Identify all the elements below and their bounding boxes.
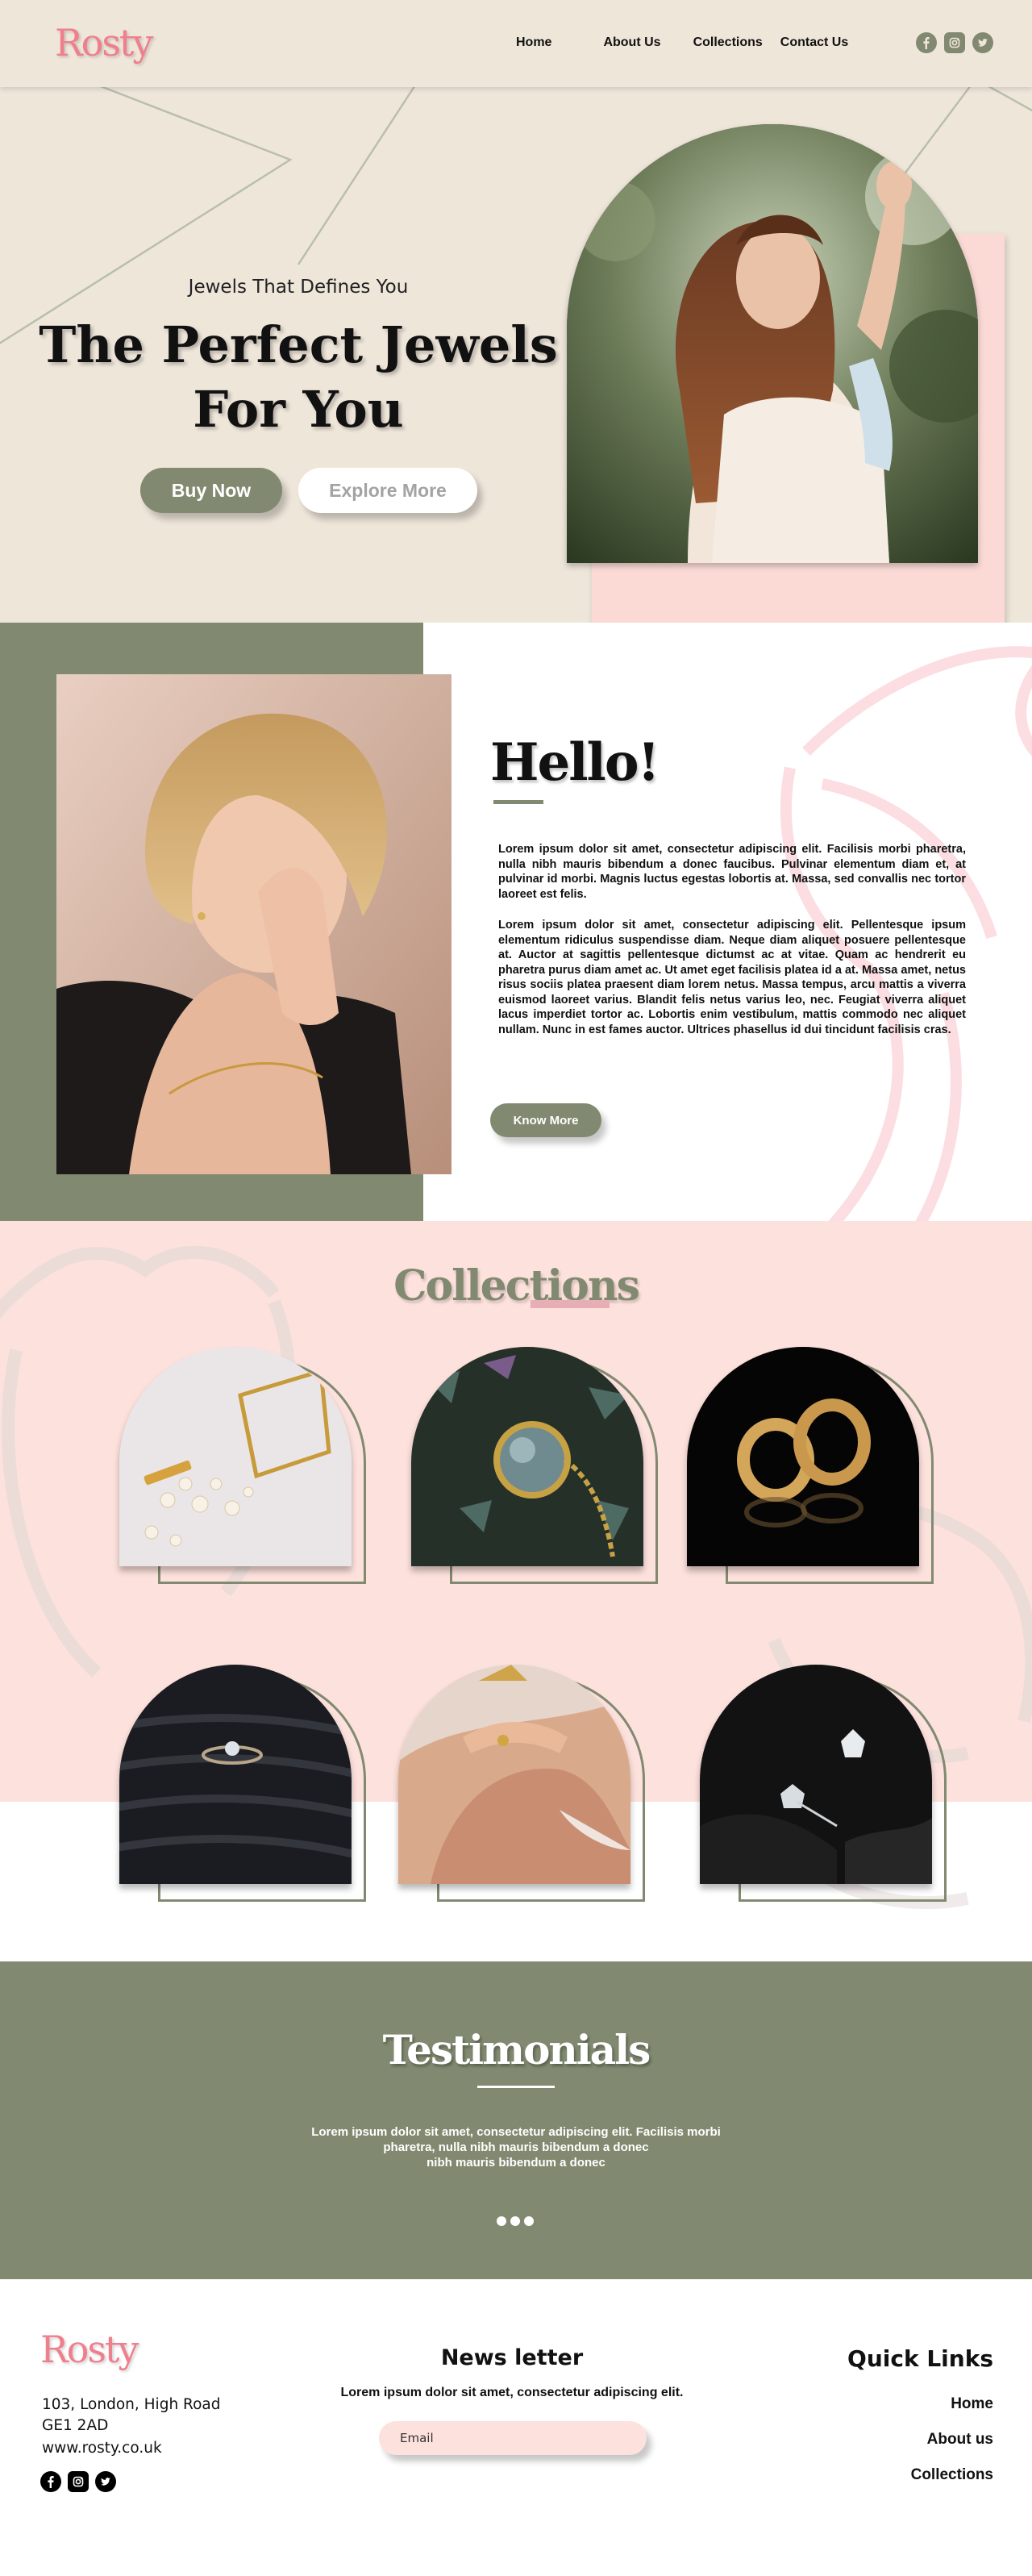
collection-image-moonstone-pendant[interactable] xyxy=(411,1347,643,1566)
newsletter-subtitle: Lorem ipsum dolor sit amet, consectetur … xyxy=(340,2386,684,2399)
collection-image-diamond-studs[interactable] xyxy=(700,1665,932,1884)
twitter-icon[interactable] xyxy=(95,2471,116,2492)
collection-card[interactable] xyxy=(700,1665,948,1903)
collection-card[interactable] xyxy=(398,1665,647,1903)
collection-image-jewelry-box[interactable] xyxy=(119,1347,352,1566)
hero-tagline: Jewels That Defines You xyxy=(188,277,409,298)
carousel-dot[interactable] xyxy=(497,2216,506,2226)
collections-section: Collections xyxy=(0,1221,1032,1961)
twitter-icon[interactable] xyxy=(972,32,993,53)
nav-social-links xyxy=(916,32,993,53)
nav-link-contact-us[interactable]: Contact Us xyxy=(780,35,848,50)
nav-link-about-us[interactable]: About Us xyxy=(603,35,660,50)
hero-title-line1: The Perfect Jewels xyxy=(39,315,558,374)
hero-title: The Perfect Jewels For You xyxy=(0,313,597,442)
instagram-icon[interactable] xyxy=(68,2471,89,2492)
facebook-icon[interactable] xyxy=(40,2471,61,2492)
collection-card[interactable] xyxy=(687,1347,935,1586)
nav-link-home[interactable]: Home xyxy=(516,35,551,50)
collection-card[interactable] xyxy=(119,1347,368,1586)
collection-image-diamond-ring[interactable] xyxy=(119,1665,352,1884)
know-more-button[interactable]: Know More xyxy=(490,1103,601,1137)
footer: Rosty 103, London, High Road GE1 2AD www… xyxy=(0,2279,1032,2576)
collection-image-rings-on-hand[interactable] xyxy=(398,1665,630,1884)
about-title-underline xyxy=(493,800,543,804)
website-link[interactable]: www.rosty.co.uk xyxy=(42,2439,276,2458)
instagram-icon[interactable] xyxy=(944,32,965,53)
testimonials-section: Testimonials Lorem ipsum dolor sit amet,… xyxy=(0,1961,1032,2279)
facebook-icon[interactable] xyxy=(916,32,937,53)
carousel-dot[interactable] xyxy=(510,2216,520,2226)
newsletter-email-input[interactable] xyxy=(379,2421,647,2455)
carousel-dots xyxy=(497,2216,534,2226)
top-navbar: Rosty Home About Us Collections Contact … xyxy=(0,0,1032,87)
collections-title-accent xyxy=(531,1300,610,1308)
buy-now-button[interactable]: Buy Now xyxy=(140,468,282,513)
testimonial-line-3: nibh mauris bibendum a donec xyxy=(427,2156,605,2170)
testimonial-quote: Lorem ipsum dolor sit amet, consectetur … xyxy=(274,2124,758,2170)
address-line-2: GE1 2AD xyxy=(42,2417,109,2434)
about-paragraph-1: Lorem ipsum dolor sit amet, consectetur … xyxy=(498,843,966,901)
collections-title: Collections xyxy=(393,1261,640,1311)
hero-image xyxy=(567,124,978,563)
collection-image-gold-hoops[interactable] xyxy=(687,1347,919,1566)
about-image xyxy=(56,674,452,1174)
about-title: Hello! xyxy=(490,732,660,793)
collection-card[interactable] xyxy=(411,1347,660,1586)
quick-link-home[interactable]: Home xyxy=(951,2395,993,2413)
about-section: Hello! Lorem ipsum dolor sit amet, conse… xyxy=(0,623,1032,1221)
main-nav: Home About Us Collections Contact Us xyxy=(516,35,848,50)
footer-social-links xyxy=(40,2471,116,2492)
nav-link-collections[interactable]: Collections xyxy=(693,35,763,50)
hero-title-line2: For You xyxy=(193,380,404,439)
about-paragraph-2: Lorem ipsum dolor sit amet, consectetur … xyxy=(498,919,966,1036)
testimonial-line-2: pharetra, nulla nibh mauris bibendum a d… xyxy=(383,2140,649,2154)
hero-section: Jewels That Defines You The Perfect Jewe… xyxy=(0,87,1032,623)
explore-more-button[interactable]: Explore More xyxy=(298,468,477,513)
quick-links-title: Quick Links xyxy=(847,2345,993,2372)
testimonials-underline xyxy=(477,2086,555,2088)
quick-link-collections[interactable]: Collections xyxy=(911,2466,993,2484)
quick-link-about-us[interactable]: About us xyxy=(927,2431,993,2449)
collection-card[interactable] xyxy=(119,1665,368,1903)
testimonials-title: Testimonials xyxy=(382,2026,651,2074)
testimonial-line-1: Lorem ipsum dolor sit amet, consectetur … xyxy=(311,2125,721,2139)
carousel-dot[interactable] xyxy=(524,2216,534,2226)
brand-logo[interactable]: Rosty xyxy=(55,21,153,65)
